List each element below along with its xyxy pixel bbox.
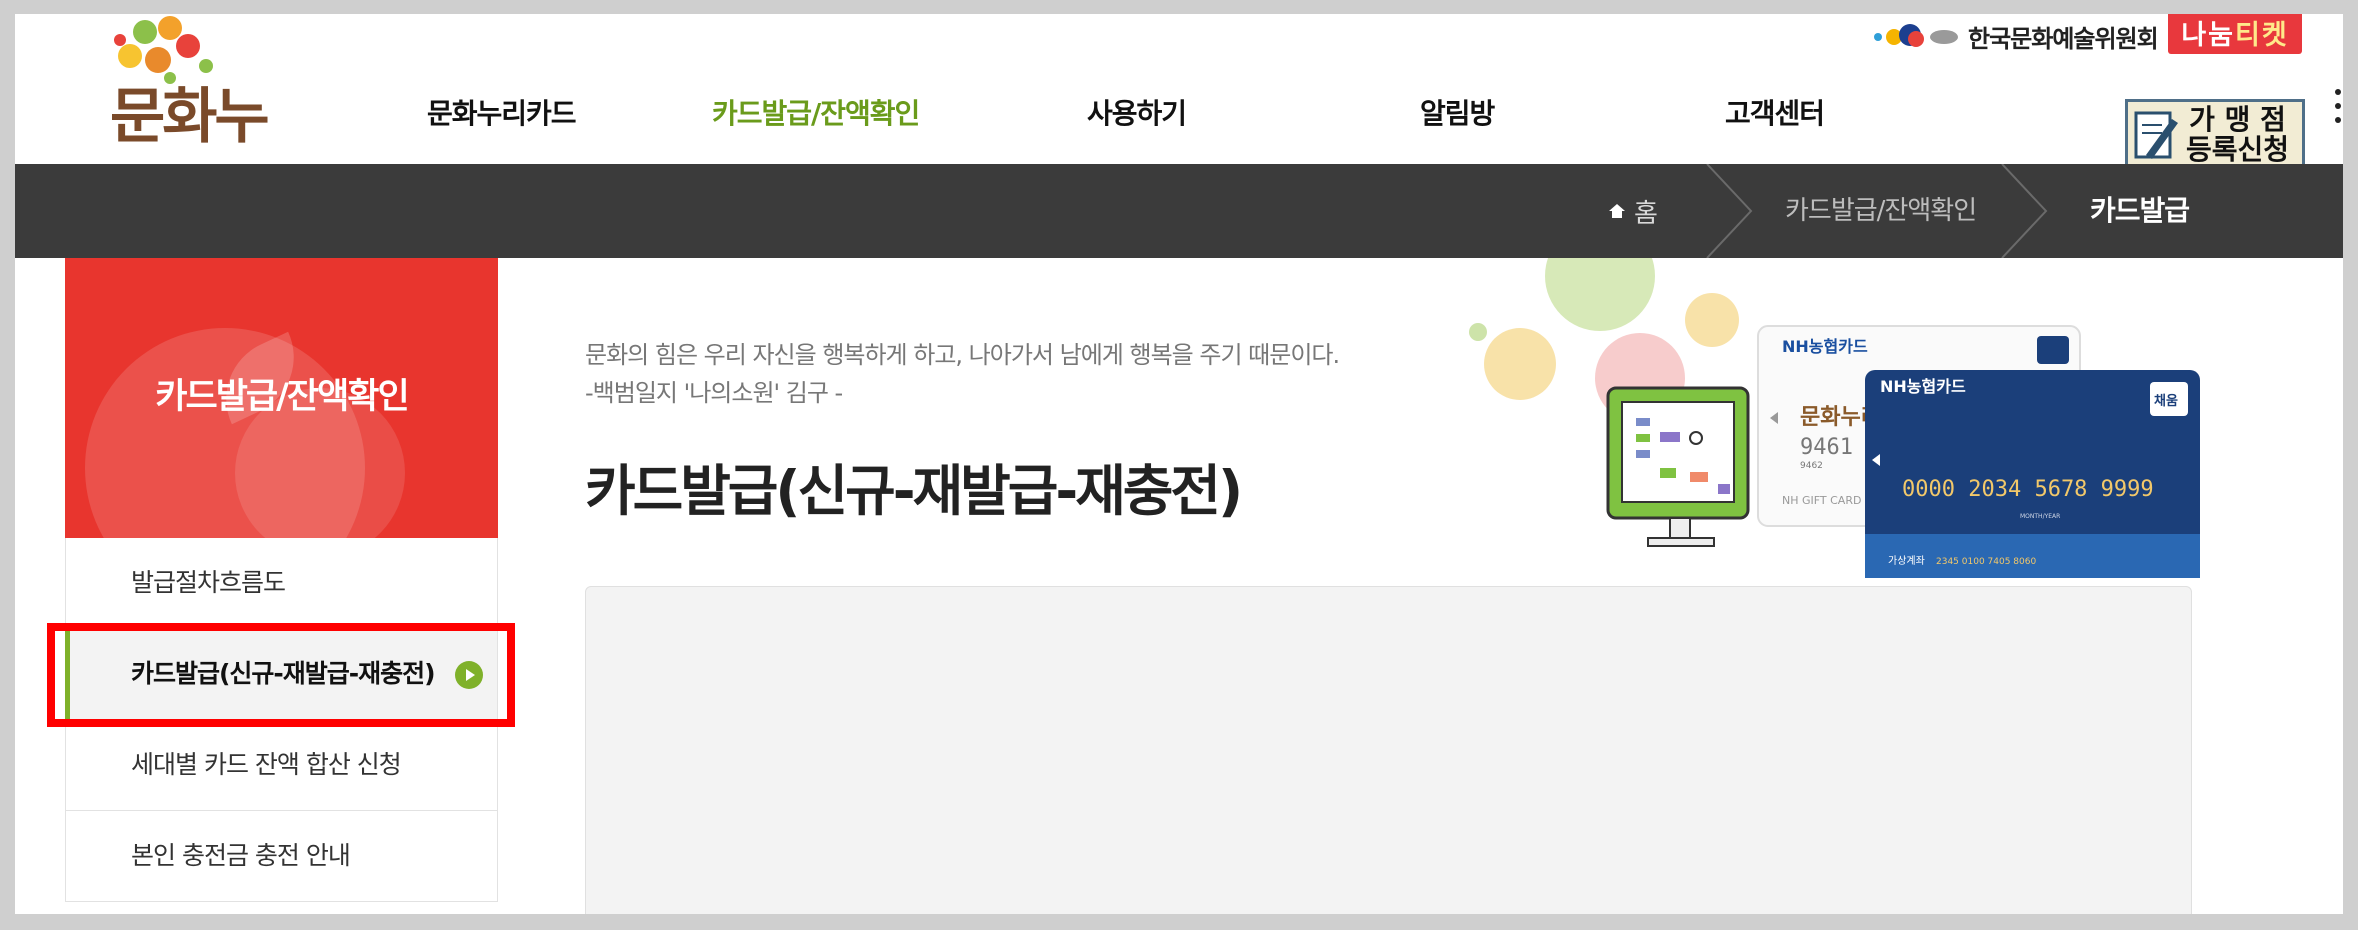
site-logo[interactable]: 문화누리 [60,14,290,239]
sidebar-menu: 발급절차흐름도 카드발급(신규-재발급-재충전) 세대별 카드 잔액 합산 신청… [65,538,498,902]
white-card-brand: NH농협카드 [1782,337,1868,356]
page-frame: 문화누리 문화누리카드 카드발급/잔액확인 사용하기 알림방 고객센터 한국문화… [15,14,2343,914]
breadcrumb-home[interactable]: 홈 [1608,189,1658,233]
blue-card-brand: NH농협카드 [1880,377,1966,396]
sidebar-item-label: 세대별 카드 잔액 합산 신청 [131,750,402,779]
sidebar-item-label: 카드발급(신규-재발급-재충전) [131,659,436,688]
quote: 문화의 힘은 우리 자신을 행복하게 하고, 나아가서 남에게 행복을 주기 때… [585,336,1340,412]
card-account-label: 가상계좌 [1888,555,1925,567]
sidebar-item-self-charge[interactable]: 본인 충전금 충전 안내 [65,811,498,902]
card-badge: 채움 [2154,393,2178,409]
nanum-ticket-label-b: 티켓 [2235,19,2289,51]
sidebar-item-household-balance[interactable]: 세대별 카드 잔액 합산 신청 [65,720,498,811]
arts-council-link[interactable]: 한국문화예술위원회 [1870,16,2159,56]
quote-line-1: 문화의 힘은 우리 자신을 행복하게 하고, 나아가서 남에게 행복을 주기 때… [585,341,1340,369]
sidebar-item-issue-flow[interactable]: 발급절차흐름도 [65,538,498,629]
nav-item-customer-center[interactable]: 고객센터 [1725,92,1825,132]
white-card-number: 9461 [1800,435,1853,460]
nanum-ticket-label-a: 나눔 [2181,19,2235,51]
nav-item-notice[interactable]: 알림방 [1420,92,1495,132]
card-number: 0000 2034 5678 9999 [1902,477,2154,502]
breadcrumb-section[interactable]: 카드발급/잔액확인 [1785,189,1977,233]
arrow-right-circle-icon [455,661,483,689]
nav-item-card-issue-balance[interactable]: 카드발급/잔액확인 [712,92,920,132]
merchant-label-line1: 가 맹 점 [2189,103,2286,136]
pen-document-icon [2134,111,2178,159]
arts-council-name: 한국문화예술위원회 [1968,24,2159,53]
more-menu-icon[interactable] [2335,89,2341,139]
sidebar-item-label: 본인 충전금 충전 안내 [131,841,351,870]
white-card-footer: NH GIFT CARD [1782,494,1861,507]
sidebar-item-label: 발급절차흐름도 [131,568,286,597]
arts-council-logo-icon [1874,24,1958,47]
white-card-sub: 9462 [1800,461,1823,471]
hero-illustration: NH농협카드 문화누리 9461 9462 NH GIFT CARD NH농협카… [1460,221,2220,580]
nav-item-munhwanuri-card[interactable]: 문화누리카드 [427,92,577,132]
breadcrumb-separator-icon [1706,164,1753,258]
merchant-registration-button[interactable]: 가 맹 점 등록신청 [2125,99,2305,171]
breadcrumb-current: 카드발급 [2090,194,2190,227]
card-account-number: 2345 0100 7405 8060 [1936,557,2036,567]
breadcrumb-separator-icon [2001,164,2048,258]
card-expiry-label: MONTH/YEAR [2020,513,2060,520]
home-icon [1609,204,1625,218]
nav-item-usage[interactable]: 사용하기 [1087,92,1187,132]
sidebar-header: 카드발급/잔액확인 [65,258,498,538]
page-title: 카드발급(신규-재발급-재충전) [585,459,1243,523]
sidebar-title: 카드발급/잔액확인 [155,377,409,417]
sidebar-item-card-issue[interactable]: 카드발급(신규-재발급-재충전) [65,629,498,720]
breadcrumb: 홈 카드발급/잔액확인 카드발급 [15,164,2343,258]
merchant-label-line2: 등록신청 [2186,133,2290,166]
nanum-ticket-link[interactable]: 나눔 티켓 [2168,14,2302,54]
quote-line-2: -백범일지 '나의소원' 김구 - [585,379,843,407]
content-box [585,586,2192,914]
breadcrumb-home-label: 홈 [1634,198,1658,229]
